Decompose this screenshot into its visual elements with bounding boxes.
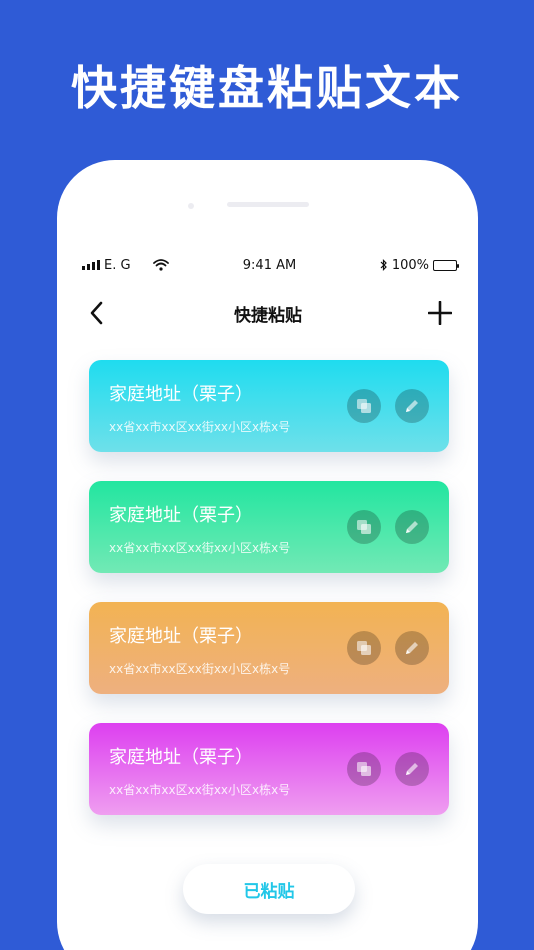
edit-button[interactable]	[395, 752, 429, 786]
copy-button[interactable]	[347, 389, 381, 423]
chevron-left-icon	[90, 301, 103, 325]
phone-frame: E. G 9:41 AM 100% 快捷粘贴 家庭地址（栗子） xx省xx市xx…	[57, 160, 478, 950]
snippet-card[interactable]: 家庭地址（栗子） xx省xx市xx区xx街xx小区x栋x号	[89, 481, 449, 573]
card-actions	[347, 631, 429, 665]
pasted-button[interactable]: 已粘贴	[183, 864, 355, 914]
edit-button[interactable]	[395, 389, 429, 423]
pencil-icon	[406, 521, 418, 533]
copy-button[interactable]	[347, 752, 381, 786]
page-title: 快捷粘贴	[234, 305, 302, 326]
copy-icon	[357, 520, 371, 534]
snippet-card[interactable]: 家庭地址（栗子） xx省xx市xx区xx街xx小区x栋x号	[89, 360, 449, 452]
status-time: 9:41 AM	[242, 257, 297, 273]
camera-dot	[188, 203, 194, 209]
add-button[interactable]	[425, 298, 455, 328]
copy-button[interactable]	[347, 631, 381, 665]
nav-bar: 快捷粘贴	[81, 298, 455, 328]
copy-icon	[357, 399, 371, 413]
wifi-icon	[152, 259, 169, 271]
snippet-card[interactable]: 家庭地址（栗子） xx省xx市xx区xx街xx小区x栋x号	[89, 602, 449, 694]
card-actions	[347, 752, 429, 786]
card-actions	[347, 389, 429, 423]
carrier-label: E. G	[104, 257, 131, 273]
edit-button[interactable]	[395, 631, 429, 665]
plus-icon	[428, 301, 452, 325]
snippet-card[interactable]: 家庭地址（栗子） xx省xx市xx区xx街xx小区x栋x号	[89, 723, 449, 815]
status-bar: E. G 9:41 AM 100%	[82, 256, 459, 274]
status-left: E. G	[82, 258, 212, 273]
signal-icon	[82, 260, 100, 270]
edit-button[interactable]	[395, 510, 429, 544]
status-right: 100%	[327, 257, 459, 273]
back-button[interactable]	[81, 298, 111, 328]
copy-button[interactable]	[347, 510, 381, 544]
pencil-icon	[406, 400, 418, 412]
pencil-icon	[406, 642, 418, 654]
pencil-icon	[406, 763, 418, 775]
card-actions	[347, 510, 429, 544]
bluetooth-icon	[380, 259, 388, 271]
headline: 快捷键盘粘贴文本	[71, 61, 463, 115]
speaker-grille	[227, 202, 309, 207]
battery-percent: 100%	[391, 257, 429, 273]
copy-icon	[357, 762, 371, 776]
battery-icon	[433, 259, 459, 271]
copy-icon	[357, 641, 371, 655]
